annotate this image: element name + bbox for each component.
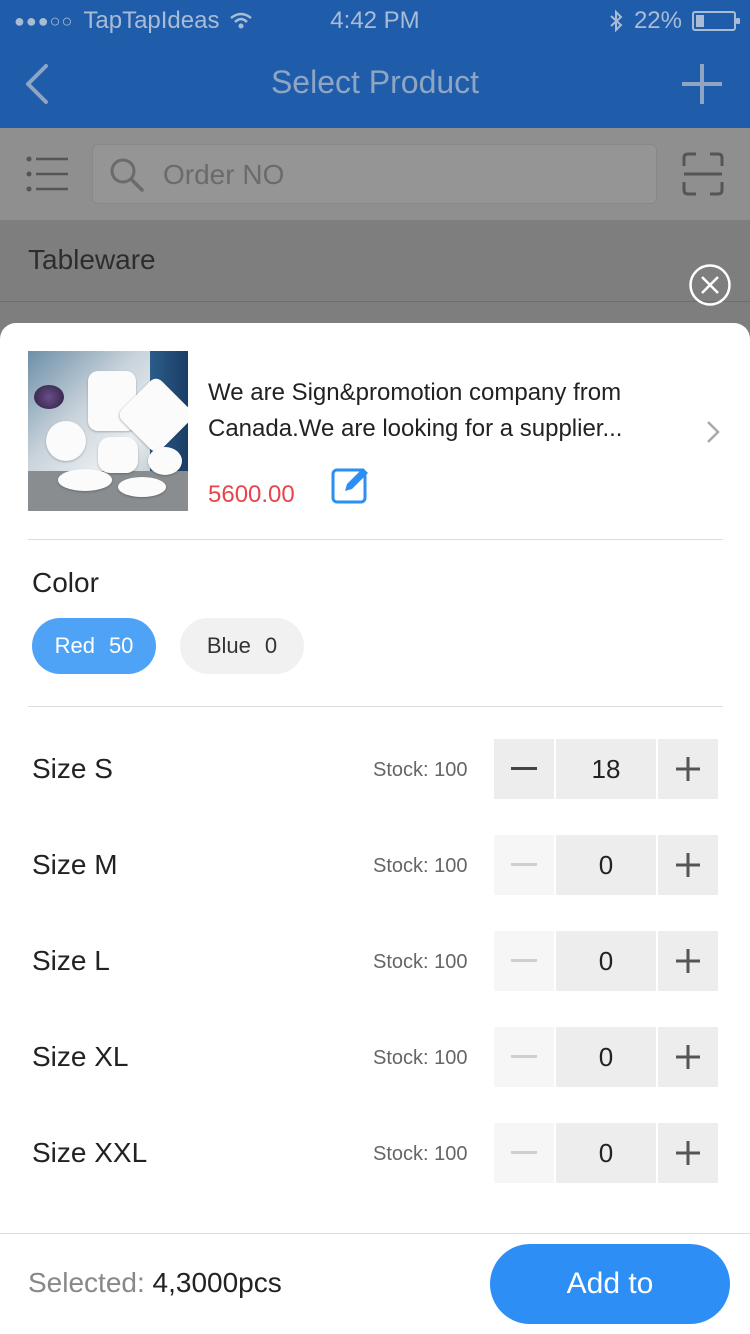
list-menu-icon[interactable] xyxy=(26,156,70,192)
close-icon[interactable] xyxy=(688,263,732,307)
color-option-red[interactable]: Red 50 xyxy=(32,618,156,674)
quantity-input[interactable]: 0 xyxy=(556,931,656,991)
minus-icon xyxy=(511,863,537,866)
color-option-blue[interactable]: Blue 0 xyxy=(180,618,304,674)
size-row-s: Size S Stock: 100 18 xyxy=(0,739,750,799)
battery-icon xyxy=(692,11,740,31)
footer-bar: Selected: 4,3000pcs Add to xyxy=(0,1233,750,1334)
plus-icon xyxy=(676,949,700,973)
decrement-button[interactable] xyxy=(494,739,554,799)
quantity-stepper: 0 xyxy=(494,1027,718,1087)
increment-button[interactable] xyxy=(658,835,718,895)
bluetooth-icon xyxy=(610,9,623,33)
product-sheet: We are Sign&promotion company from Canad… xyxy=(0,323,750,1334)
stock-label: Stock: 100 xyxy=(373,951,468,973)
size-name: Size XXL xyxy=(32,1137,148,1168)
edit-icon[interactable] xyxy=(331,464,371,504)
increment-button[interactable] xyxy=(658,931,718,991)
size-name: Size XL xyxy=(32,1041,129,1072)
status-bar: ●●●○○ TapTapIdeas 4:42 PM 22% xyxy=(0,0,750,40)
selected-value: 4,3000 xyxy=(152,1267,239,1298)
category-row[interactable]: Tableware xyxy=(0,220,750,302)
size-row-l: Size L Stock: 100 0 xyxy=(0,931,750,991)
quantity-stepper: 0 xyxy=(494,835,718,895)
divider xyxy=(28,706,723,707)
add-to-button[interactable]: Add to xyxy=(490,1244,730,1324)
selected-summary: Selected: 4,3000pcs xyxy=(28,1267,282,1299)
color-option-count: 0 xyxy=(264,633,278,658)
quantity-input[interactable]: 0 xyxy=(556,1123,656,1183)
increment-button[interactable] xyxy=(658,1123,718,1183)
decrement-button[interactable] xyxy=(494,931,554,991)
increment-button[interactable] xyxy=(658,1027,718,1087)
plus-icon xyxy=(676,1045,700,1069)
size-row-xxl: Size XXL Stock: 100 0 xyxy=(0,1123,750,1183)
size-name: Size S xyxy=(32,753,113,784)
size-row-xl: Size XL Stock: 100 0 xyxy=(0,1027,750,1087)
nav-bar: Select Product xyxy=(0,40,750,128)
decrement-button[interactable] xyxy=(494,1123,554,1183)
search-input[interactable]: Order NO xyxy=(92,144,657,204)
minus-icon xyxy=(511,1151,537,1154)
product-price: 5600.00 xyxy=(208,481,295,508)
increment-button[interactable] xyxy=(658,739,718,799)
search-bar: Order NO xyxy=(0,128,750,220)
size-name: Size M xyxy=(32,849,118,880)
quantity-stepper: 18 xyxy=(494,739,718,799)
stock-label: Stock: 100 xyxy=(373,1143,468,1165)
decrement-button[interactable] xyxy=(494,1027,554,1087)
category-label: Tableware xyxy=(28,244,156,275)
search-placeholder: Order NO xyxy=(163,159,285,190)
search-icon xyxy=(110,158,144,192)
color-section-title: Color xyxy=(32,567,99,598)
quantity-input[interactable]: 0 xyxy=(556,835,656,895)
color-option-count: 50 xyxy=(108,633,134,658)
size-row-m: Size M Stock: 100 0 xyxy=(0,835,750,895)
plus-icon xyxy=(676,1141,700,1165)
page-title: Select Product xyxy=(270,64,480,100)
divider xyxy=(28,539,723,540)
scan-icon[interactable] xyxy=(682,152,724,196)
stock-label: Stock: 100 xyxy=(373,1047,468,1069)
selected-label: Selected: xyxy=(28,1267,145,1298)
selected-unit: pcs xyxy=(238,1267,282,1298)
stock-label: Stock: 100 xyxy=(373,759,468,781)
add-icon[interactable] xyxy=(680,62,724,106)
quantity-input[interactable]: 18 xyxy=(556,739,656,799)
size-name: Size L xyxy=(32,945,110,976)
quantity-input[interactable]: 0 xyxy=(556,1027,656,1087)
quantity-stepper: 0 xyxy=(494,931,718,991)
color-option-name: Red xyxy=(54,633,95,658)
minus-icon xyxy=(511,959,537,962)
decrement-button[interactable] xyxy=(494,835,554,895)
product-image xyxy=(28,351,188,511)
chevron-right-icon[interactable] xyxy=(704,419,722,445)
color-option-name: Blue xyxy=(206,633,251,658)
plus-icon xyxy=(676,853,700,877)
battery-percent: 22% xyxy=(633,7,682,34)
plus-icon xyxy=(676,757,700,781)
stock-label: Stock: 100 xyxy=(373,855,468,877)
product-description[interactable]: We are Sign&promotion company from Canad… xyxy=(208,375,678,447)
minus-icon xyxy=(511,767,537,770)
quantity-stepper: 0 xyxy=(494,1123,718,1183)
minus-icon xyxy=(511,1055,537,1058)
